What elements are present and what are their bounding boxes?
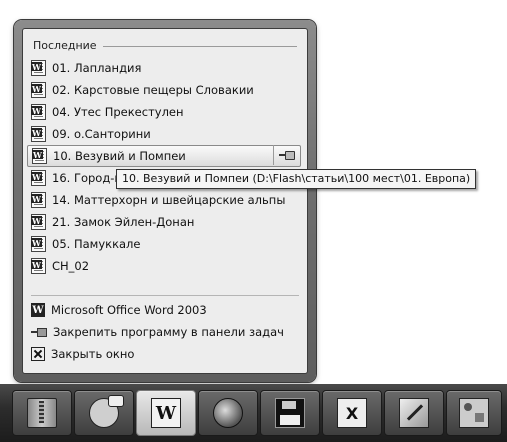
recent-item-label: 21. Замок Эйлен-Донан (52, 215, 195, 229)
word-document-icon: W (32, 148, 47, 164)
word-document-icon: W (31, 236, 46, 252)
recent-item-label: 02. Карстовые пещеры Словакии (52, 83, 254, 97)
word-document-icon: W (31, 192, 46, 208)
recent-item[interactable]: W 09. о.Санторини (27, 123, 301, 145)
recent-item-label: CH_02 (52, 259, 90, 273)
jump-list: Последние W 01. Лапландия W 02. Карстовы… (14, 20, 316, 382)
taskbar-button-floppy[interactable] (260, 390, 320, 436)
taskbar-button-chat[interactable] (74, 390, 134, 436)
recent-header-line (102, 45, 297, 47)
chat-icon (89, 395, 124, 428)
recent-item-label: 09. о.Санторини (52, 127, 151, 141)
floppy-icon (275, 398, 305, 428)
recent-item-label: 05. Памуккале (52, 237, 141, 251)
word-app-icon: W (31, 303, 45, 317)
tooltip: 10. Везувий и Помпеи (D:\Flash\статьи\10… (116, 169, 477, 189)
taskbar-button-control-panel[interactable] (446, 390, 502, 436)
recent-item-label: 01. Лапландия (52, 61, 142, 75)
word-document-icon: W (31, 60, 46, 76)
recent-item[interactable]: W CH_02 (27, 255, 301, 277)
firefox-icon (213, 398, 243, 428)
taskbar-button-archive[interactable] (12, 390, 72, 436)
taskbar-button-pen[interactable] (384, 390, 444, 436)
tasks-divider (31, 295, 299, 296)
recent-item[interactable]: W 02. Карстовые пещеры Словакии (27, 79, 301, 101)
word-icon: W (151, 398, 181, 428)
task-label: Закрепить программу в панели задач (53, 325, 284, 339)
word-document-icon: W (31, 82, 46, 98)
recent-list: W 01. Лапландия W 02. Карстовые пещеры С… (27, 57, 301, 277)
pen-icon (399, 398, 429, 428)
recent-item[interactable]: W 04. Утес Прекестулен (27, 101, 301, 123)
taskbar-button-word[interactable]: W (136, 390, 196, 436)
recent-title: Последние (33, 38, 97, 52)
recent-item[interactable]: W 05. Памуккале (27, 233, 301, 255)
taskbar-button-firefox[interactable] (198, 390, 258, 436)
word-document-icon: W (31, 104, 46, 120)
recent-item[interactable]: W 01. Лапландия (27, 57, 301, 79)
word-document-icon: W (31, 214, 46, 230)
recent-item-label: 10. Везувий и Помпеи (53, 149, 186, 163)
recent-item[interactable]: W 21. Замок Эйлен-Донан (27, 211, 301, 233)
close-icon (31, 347, 45, 361)
task-label: Microsoft Office Word 2003 (51, 303, 207, 317)
task-close-window[interactable]: Закрыть окно (27, 343, 301, 365)
task-label: Закрыть окно (51, 347, 135, 361)
recent-item[interactable]: W 14. Маттерхорн и швейцарские альпы (27, 189, 301, 211)
jump-list-panel: Последние W 01. Лапландия W 02. Карстовы… (22, 28, 308, 374)
taskbar-button-excel[interactable]: X (322, 390, 382, 436)
pin-item-button[interactable] (273, 145, 300, 165)
archive-icon (27, 398, 57, 428)
recent-item-hovered[interactable]: W 10. Везувий и Помпеи (27, 145, 301, 167)
pin-icon (31, 327, 47, 337)
excel-icon: X (337, 398, 367, 428)
tasks-list: W Microsoft Office Word 2003 Закрепить п… (27, 299, 301, 365)
word-document-icon: W (31, 170, 46, 186)
word-document-icon: W (31, 126, 46, 142)
recent-item-label: 16. Город-к (52, 171, 122, 185)
recent-item-label: 14. Маттерхорн и швейцарские альпы (52, 193, 286, 207)
task-open-word[interactable]: W Microsoft Office Word 2003 (27, 299, 301, 321)
recent-item-label: 04. Утес Прекестулен (52, 105, 184, 119)
recent-header: Последние (33, 37, 297, 53)
word-document-icon: W (31, 258, 46, 274)
taskbar: W X (0, 384, 507, 442)
control-panel-icon (459, 398, 489, 428)
task-pin-to-taskbar[interactable]: Закрепить программу в панели задач (27, 321, 301, 343)
pin-icon (279, 151, 295, 160)
